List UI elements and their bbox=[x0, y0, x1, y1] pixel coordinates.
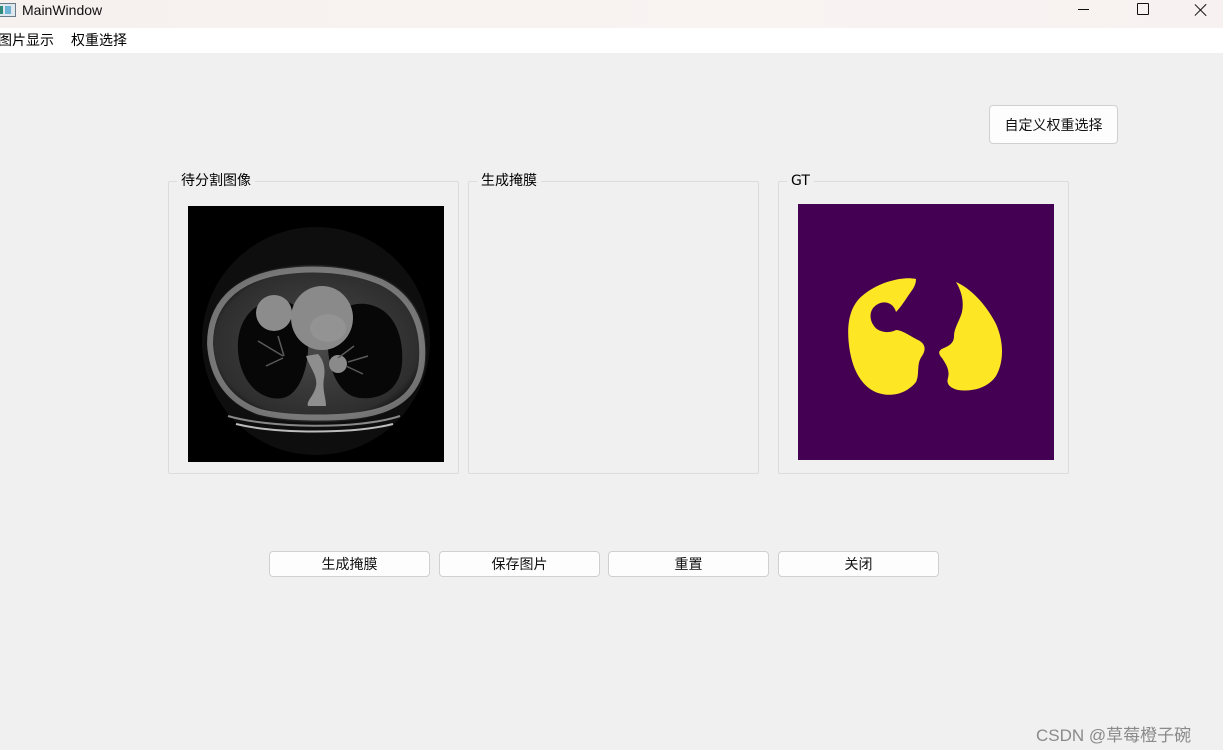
watermark: CSDN @草莓橙子碗 bbox=[1036, 726, 1192, 745]
gt-panel: GT bbox=[778, 173, 1069, 474]
close-icon bbox=[1194, 3, 1208, 17]
ct-scan-image bbox=[188, 206, 444, 462]
custom-weight-button[interactable]: 自定义权重选择 bbox=[989, 105, 1118, 144]
close-button[interactable]: 关闭 bbox=[778, 551, 939, 577]
window-title: MainWindow bbox=[22, 2, 103, 18]
close-window-button[interactable] bbox=[1178, 0, 1223, 28]
ct-scan-graphic bbox=[188, 206, 444, 462]
mask-panel-title: 生成掩膜 bbox=[477, 173, 541, 189]
gt-mask-graphic bbox=[798, 204, 1054, 460]
maximize-button[interactable] bbox=[1120, 0, 1166, 28]
maximize-icon bbox=[1137, 3, 1149, 15]
save-image-button[interactable]: 保存图片 bbox=[439, 551, 600, 577]
minimize-icon bbox=[1077, 8, 1089, 10]
mask-panel: 生成掩膜 bbox=[468, 173, 759, 474]
gt-mask-image bbox=[798, 204, 1054, 460]
window-titlebar[interactable]: MainWindow bbox=[0, 0, 1223, 28]
menu-bar: 图片显示 权重选择 bbox=[0, 28, 1223, 53]
minimize-button[interactable] bbox=[1060, 0, 1106, 28]
menu-weight-select[interactable]: 权重选择 bbox=[71, 32, 127, 50]
generate-mask-button[interactable]: 生成掩膜 bbox=[269, 551, 430, 577]
input-image-panel: 待分割图像 bbox=[168, 173, 459, 474]
app-icon bbox=[0, 3, 16, 17]
reset-button[interactable]: 重置 bbox=[608, 551, 769, 577]
gt-panel-title: GT bbox=[787, 173, 814, 189]
input-image-panel-title: 待分割图像 bbox=[177, 173, 255, 189]
menu-image-display[interactable]: 图片显示 bbox=[0, 32, 54, 50]
